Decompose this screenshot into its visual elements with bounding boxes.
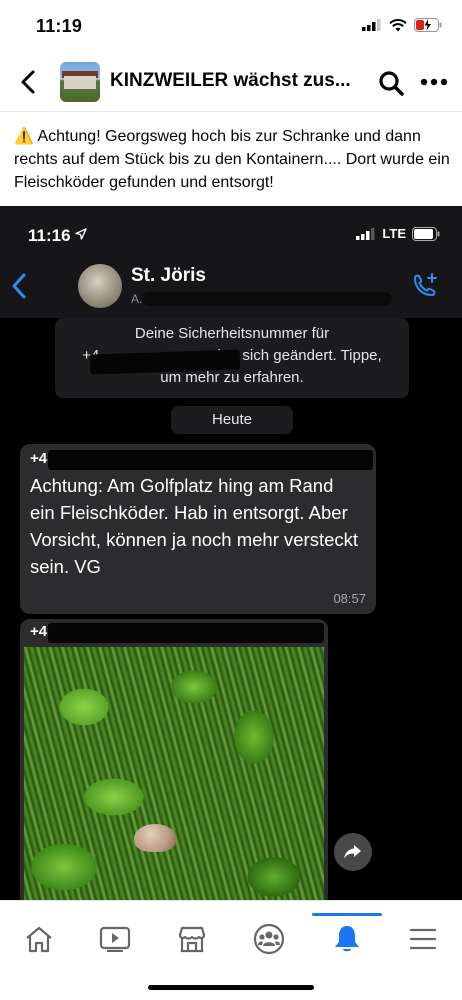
- message-time: 08:57: [333, 591, 366, 606]
- active-tab-indicator: [312, 913, 382, 916]
- forward-icon: [344, 845, 361, 859]
- back-arrow-icon[interactable]: [16, 68, 40, 96]
- tab-home[interactable]: [21, 921, 57, 957]
- network-type: LTE: [382, 226, 406, 241]
- groups-icon: [253, 923, 285, 955]
- redaction-mark: [48, 623, 324, 643]
- search-icon[interactable]: [378, 70, 404, 96]
- battery-charging-icon: [414, 18, 442, 32]
- location-arrow-icon: [75, 228, 87, 240]
- tab-notifications[interactable]: [329, 921, 365, 957]
- chat-back-icon: [12, 273, 26, 299]
- group-avatar[interactable]: [60, 62, 100, 102]
- forward-button: [334, 833, 372, 871]
- chat-message: +4 Achtung: Am Golfplatz hing am Rand ei…: [20, 444, 376, 614]
- home-indicator[interactable]: [148, 985, 314, 990]
- redaction-mark: [48, 450, 373, 470]
- bait-object: [134, 824, 176, 852]
- post-body: Achtung! Georgsweg hoch bis zur Schranke…: [14, 128, 450, 191]
- redaction-mark: [142, 292, 392, 306]
- post-text: ⚠️ Achtung! Georgsweg hoch bis zur Schra…: [14, 125, 450, 194]
- screenshot-time: 11:16: [28, 226, 87, 246]
- marketplace-icon: [178, 926, 206, 953]
- add-call-icon: [413, 273, 437, 297]
- warning-emoji: ⚠️: [14, 128, 34, 145]
- message-sender: +4: [30, 623, 48, 640]
- menu-icon: [409, 928, 437, 950]
- message-sender: +4: [30, 450, 48, 467]
- wifi-icon: [389, 18, 407, 31]
- tab-marketplace[interactable]: [174, 921, 210, 957]
- status-time: 11:19: [36, 16, 83, 36]
- group-header: KINZWEILER wächst zus...: [0, 52, 462, 112]
- bait-photo: [24, 647, 324, 900]
- date-separator: Heute: [171, 406, 293, 434]
- security-notice: Deine Sicherheitsnummer für +4hat sich g…: [55, 318, 409, 398]
- status-bar: 11:19: [0, 0, 462, 52]
- chat-name: St. Jöris: [131, 265, 206, 286]
- tab-menu[interactable]: [405, 921, 441, 957]
- signal-icon: [362, 19, 381, 31]
- status-icons: [362, 18, 442, 32]
- battery-icon: [412, 226, 440, 241]
- tab-video[interactable]: [97, 921, 133, 957]
- home-icon: [26, 926, 52, 953]
- notifications-icon: [335, 926, 359, 952]
- message-text: Achtung: Am Golfplatz hing am Rand ein F…: [30, 475, 359, 577]
- signal-icon: [356, 227, 375, 240]
- chat-avatar: [78, 264, 122, 308]
- group-title[interactable]: KINZWEILER wächst zus...: [110, 70, 351, 92]
- post-image[interactable]: 11:16 LTE St. Jöris A... Deine Sicherhei…: [0, 206, 462, 900]
- tab-groups[interactable]: [251, 921, 287, 957]
- screenshot-status-bar: 11:16 LTE: [0, 206, 462, 254]
- video-icon: [99, 926, 131, 952]
- more-horizontal-icon[interactable]: [420, 78, 448, 86]
- chat-header: St. Jöris A...: [0, 254, 462, 318]
- image-message: +4: [20, 619, 328, 900]
